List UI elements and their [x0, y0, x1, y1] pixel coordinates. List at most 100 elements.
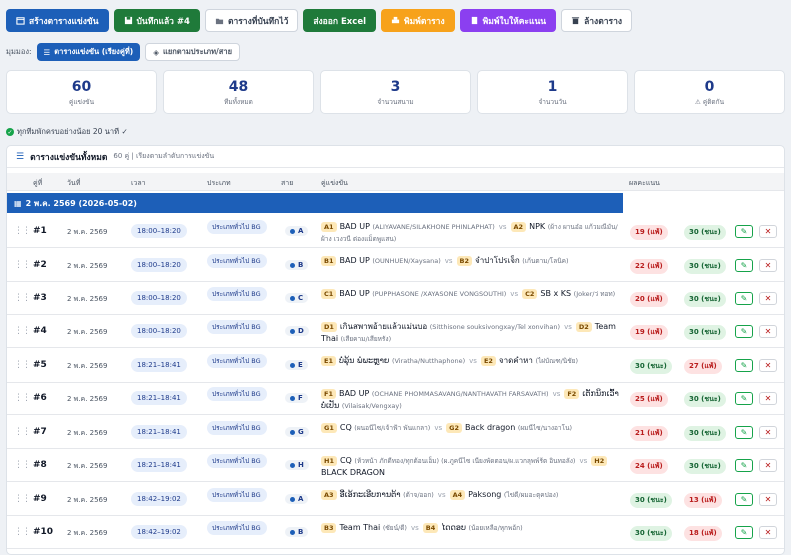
vs-label: vs	[564, 323, 572, 331]
vs-label: vs	[579, 457, 588, 465]
team-players: (Joker/ว่ ทอท)	[573, 290, 616, 298]
score-team2[interactable]: 27 (แพ้)	[684, 359, 722, 374]
team-players: (Vilaisak/Vengxay)	[341, 402, 402, 410]
saved-button[interactable]: บันทึกแล้ว #4	[113, 9, 200, 32]
score-team2[interactable]: 30 (ชนะ)	[684, 392, 726, 407]
match-number: #8	[33, 460, 47, 470]
score-team2[interactable]: 30 (ชนะ)	[684, 292, 726, 307]
match-number: #1	[33, 226, 47, 236]
category-badge: ประเภททั่วไป BG	[207, 354, 267, 368]
dot-icon	[290, 529, 295, 535]
edit-icon[interactable]: ✎	[735, 359, 753, 372]
stat-card: 0 ⚠ คู่ติดกัน	[634, 70, 785, 114]
score-team1[interactable]: 30 (ชนะ)	[630, 359, 672, 374]
drag-handle-icon[interactable]: ⋮⋮	[14, 360, 31, 370]
drag-handle-icon[interactable]: ⋮⋮	[14, 393, 31, 403]
edit-icon[interactable]: ✎	[735, 292, 753, 305]
match-teams: G1 CQ (ผนอนีไซ/เจ้าฟ้า พันแกลา) vs G2 Back d…	[321, 422, 621, 434]
score-team1[interactable]: 22 (แพ้)	[630, 259, 668, 274]
score-team2[interactable]: 13 (แพ้)	[684, 493, 722, 508]
time-badge: 18:00–18:20	[131, 324, 187, 338]
trash-icon	[571, 17, 580, 25]
score-team2[interactable]: 30 (ชนะ)	[684, 426, 726, 441]
category-badge: ประเภททั่วไป BG	[207, 387, 267, 401]
dot-icon	[290, 295, 295, 301]
edit-icon[interactable]: ✎	[735, 459, 753, 472]
team-name: Team Thai	[339, 523, 381, 532]
drag-handle-icon[interactable]: ⋮⋮	[14, 494, 31, 504]
close-icon[interactable]: ✕	[759, 392, 777, 405]
score-team1[interactable]: 21 (แพ้)	[630, 426, 668, 441]
drag-handle-icon[interactable]: ⋮⋮	[14, 260, 31, 270]
team-players: (ผมนีไซ/นางอาโน)	[517, 424, 573, 432]
drag-handle-icon[interactable]: ⋮⋮	[14, 326, 31, 336]
line-badge: G	[285, 427, 309, 437]
team-name: เกินสพาพอ้ายแล้วแม่นบอ	[339, 322, 428, 331]
seed-badge: A2	[510, 222, 527, 232]
score-team2[interactable]: 30 (ชนะ)	[684, 225, 726, 240]
schedule-panel: ☰ ตารางแข่งขันทั้งหมด 60 คู่ | เรียงตามล…	[6, 145, 785, 555]
stat-value: 1	[547, 79, 558, 95]
close-icon[interactable]: ✕	[759, 225, 777, 238]
close-icon[interactable]: ✕	[759, 526, 777, 539]
close-icon[interactable]: ✕	[759, 259, 777, 272]
close-icon[interactable]: ✕	[759, 493, 777, 506]
seed-badge: F1	[321, 389, 336, 399]
list-icon: ☰	[16, 151, 25, 162]
edit-icon[interactable]: ✎	[735, 493, 753, 506]
clear-table-button[interactable]: ล้างตาราง	[561, 9, 632, 32]
time-badge: 18:21–18:41	[131, 391, 187, 405]
edit-icon[interactable]: ✎	[735, 392, 753, 405]
line-badge: F	[285, 393, 308, 403]
edit-icon[interactable]: ✎	[735, 325, 753, 338]
close-icon[interactable]: ✕	[759, 426, 777, 439]
close-icon[interactable]: ✕	[759, 359, 777, 372]
seed-badge: B1	[321, 256, 337, 266]
score-team1[interactable]: 30 (ชนะ)	[630, 526, 672, 541]
export-excel-button[interactable]: ส่งออก Excel	[303, 9, 377, 32]
time-badge: 18:00–18:20	[131, 291, 187, 305]
score-team2[interactable]: 30 (ชนะ)	[684, 259, 726, 274]
print-button[interactable]: พิมพ์ตาราง	[381, 9, 455, 32]
time-badge: 18:21–18:41	[131, 358, 187, 372]
score-team1[interactable]: 19 (แพ้)	[630, 325, 668, 340]
edit-icon[interactable]: ✎	[735, 259, 753, 272]
score-team2[interactable]: 30 (ชนะ)	[684, 459, 726, 474]
drag-handle-icon[interactable]: ⋮⋮	[14, 460, 31, 470]
match-number: #2	[33, 260, 47, 270]
score-team1[interactable]: 20 (แพ้)	[630, 292, 668, 307]
seed-badge: A4	[449, 490, 466, 500]
seed-badge: E1	[321, 356, 336, 366]
table-row: ⋮⋮ #2 2 พ.ค. 2569 18:00–18:20 ประเภททั่วไป B…	[7, 249, 784, 282]
edit-icon[interactable]: ✎	[735, 526, 753, 539]
score-team2[interactable]: 30 (ชนะ)	[684, 325, 726, 340]
close-icon[interactable]: ✕	[759, 459, 777, 472]
saved-tables-button[interactable]: ตารางที่บันทึกไว้	[204, 9, 299, 32]
document-icon	[471, 16, 477, 25]
team-players: (OUNHUEN/Xaysana)	[372, 257, 441, 265]
edit-icon[interactable]: ✎	[735, 225, 753, 238]
seed-badge: H2	[591, 456, 608, 466]
line-badge: D	[285, 326, 309, 336]
team-players: (เก้นตาม/โลนิค)	[522, 257, 569, 265]
close-icon[interactable]: ✕	[759, 292, 777, 305]
score-team1[interactable]: 30 (ชนะ)	[630, 493, 672, 508]
view-by-category-button[interactable]: ◈ แยกตามประเภท/สาย	[145, 43, 240, 61]
print-scoresheet-button[interactable]: พิมพ์ใบให้คะแนน	[459, 9, 557, 32]
view-schedule-button[interactable]: ☰ ตารางแข่งขัน (เรียงคู่ที่)	[36, 43, 141, 61]
score-team2[interactable]: 18 (แพ้)	[684, 526, 722, 541]
score-team1[interactable]: 19 (แพ้)	[630, 225, 668, 240]
stat-label: ⚠ คู่ติดกัน	[694, 98, 725, 106]
drag-handle-icon[interactable]: ⋮⋮	[14, 527, 31, 537]
drag-handle-icon[interactable]: ⋮⋮	[14, 427, 31, 437]
create-schedule-button[interactable]: สร้างตารางแข่งขัน	[6, 9, 109, 32]
line-badge: E	[285, 360, 308, 370]
score-team1[interactable]: 25 (แพ้)	[630, 392, 668, 407]
score-team1[interactable]: 24 (แพ้)	[630, 459, 668, 474]
stat-label: คู่แข่งขัน	[68, 98, 95, 106]
close-icon[interactable]: ✕	[759, 325, 777, 338]
category-badge: ประเภททั่วไป BG	[207, 454, 267, 468]
edit-icon[interactable]: ✎	[735, 426, 753, 439]
drag-handle-icon[interactable]: ⋮⋮	[14, 226, 31, 236]
drag-handle-icon[interactable]: ⋮⋮	[14, 293, 31, 303]
